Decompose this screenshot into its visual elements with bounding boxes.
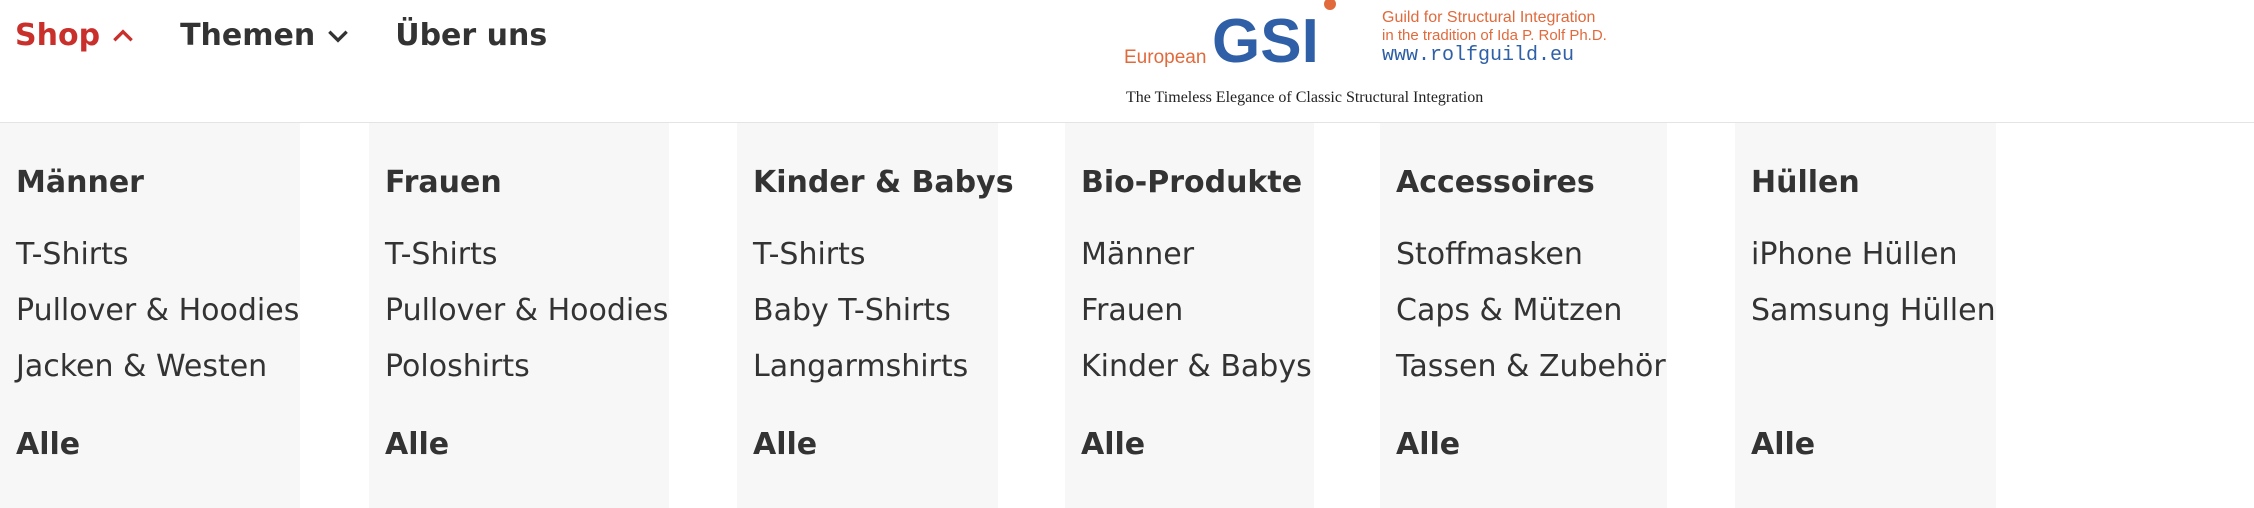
all-link[interactable]: Alle (1081, 427, 1145, 462)
menu-column-bio-produkte: Bio-Produkte Männer Frauen Kinder & Baby… (1065, 123, 1314, 508)
column-links: iPhone Hüllen Samsung Hüllen (1751, 227, 1996, 339)
nav-shop-label: Shop (15, 18, 101, 53)
nav-themen-label: Themen (180, 18, 316, 53)
column-links: T-Shirts Pullover & Hoodies Jacken & Wes… (16, 227, 299, 395)
menu-link[interactable]: Samsung Hüllen (1751, 283, 1996, 339)
all-link[interactable]: Alle (1396, 427, 1460, 462)
nav-themen[interactable]: Themen (180, 18, 351, 53)
logo-tagline: The Timeless Elegance of Classic Structu… (1126, 89, 1483, 106)
menu-link[interactable]: T-Shirts (16, 227, 299, 283)
column-links: T-Shirts Baby T-Shirts Langarmshirts (753, 227, 968, 395)
logo-line1: Guild for Structural Integration (1382, 9, 1595, 26)
header: Shop Themen Über uns European GSI Guild … (0, 0, 2254, 123)
column-links: Stoffmasken Caps & Mützen Tassen & Zubeh… (1396, 227, 1666, 395)
all-link[interactable]: Alle (753, 427, 817, 462)
gsi-logo[interactable]: European GSI Guild for Structural Integr… (1120, 0, 1640, 112)
menu-link[interactable]: Poloshirts (385, 339, 668, 395)
all-link[interactable]: Alle (16, 427, 80, 462)
menu-link[interactable]: Stoffmasken (1396, 227, 1666, 283)
menu-link[interactable]: Tassen & Zubehör (1396, 339, 1666, 395)
menu-column-huellen: Hüllen iPhone Hüllen Samsung Hüllen Alle (1735, 123, 1996, 508)
menu-link[interactable]: Männer (1081, 227, 1312, 283)
menu-link[interactable]: Kinder & Babys (1081, 339, 1312, 395)
logo-prefix: European (1124, 47, 1206, 68)
menu-link[interactable]: Baby T-Shirts (753, 283, 968, 339)
nav-shop[interactable]: Shop (15, 18, 136, 53)
column-title[interactable]: Kinder & Babys (753, 165, 1014, 200)
main-nav: Shop Themen Über uns (15, 18, 591, 53)
menu-link[interactable]: Langarmshirts (753, 339, 968, 395)
column-title[interactable]: Bio-Produkte (1081, 165, 1302, 200)
menu-link[interactable]: T-Shirts (753, 227, 968, 283)
menu-link[interactable]: Jacken & Westen (16, 339, 299, 395)
logo-line2: in the tradition of Ida P. Rolf Ph.D. (1382, 27, 1607, 44)
column-title[interactable]: Männer (16, 165, 144, 200)
nav-ueber-uns-label: Über uns (395, 18, 548, 53)
menu-link[interactable]: T-Shirts (385, 227, 668, 283)
logo-letters: GSI (1212, 7, 1319, 76)
column-links: T-Shirts Pullover & Hoodies Poloshirts (385, 227, 668, 395)
menu-link[interactable]: Caps & Mützen (1396, 283, 1666, 339)
column-links: Männer Frauen Kinder & Babys (1081, 227, 1312, 395)
menu-column-kinder-babys: Kinder & Babys T-Shirts Baby T-Shirts La… (737, 123, 1014, 508)
column-title[interactable]: Accessoires (1396, 165, 1595, 200)
column-title[interactable]: Hüllen (1751, 165, 1860, 200)
menu-link[interactable]: Pullover & Hoodies (385, 283, 668, 339)
menu-column-maenner: Männer T-Shirts Pullover & Hoodies Jacke… (0, 123, 300, 508)
column-title[interactable]: Frauen (385, 165, 502, 200)
chevron-up-icon (113, 28, 133, 41)
all-link[interactable]: Alle (1751, 427, 1815, 462)
menu-column-frauen: Frauen T-Shirts Pullover & Hoodies Polos… (369, 123, 669, 508)
logo-url: www.rolfguild.eu (1382, 44, 1574, 67)
menu-column-accessoires: Accessoires Stoffmasken Caps & Mützen Ta… (1380, 123, 1667, 508)
menu-link[interactable]: Frauen (1081, 283, 1312, 339)
menu-link[interactable]: iPhone Hüllen (1751, 227, 1996, 283)
chevron-down-icon (328, 30, 349, 43)
logo-dot (1324, 0, 1336, 10)
all-link[interactable]: Alle (385, 427, 449, 462)
menu-link[interactable]: Pullover & Hoodies (16, 283, 299, 339)
shop-mega-menu: Männer T-Shirts Pullover & Hoodies Jacke… (0, 123, 2254, 508)
nav-ueber-uns[interactable]: Über uns (395, 18, 547, 53)
